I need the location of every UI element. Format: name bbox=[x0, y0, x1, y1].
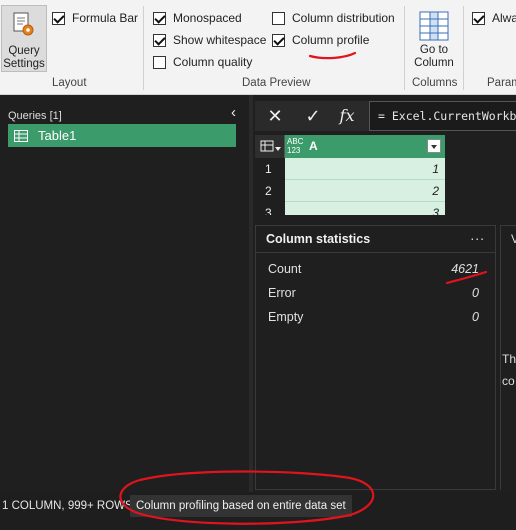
monospaced-label: Monospaced bbox=[173, 11, 242, 25]
column-quality-option[interactable]: Column quality bbox=[153, 55, 252, 69]
always-option[interactable]: Alwa bbox=[472, 11, 516, 25]
always-checkbox[interactable] bbox=[472, 11, 485, 25]
go-to-column-icon bbox=[419, 11, 449, 41]
side-panel-text: co bbox=[502, 374, 515, 388]
column-profiling-scope-toggle[interactable]: Column profiling based on entire data se… bbox=[130, 495, 352, 517]
always-label: Alwa bbox=[492, 11, 516, 25]
columns-group-label: Columns bbox=[412, 77, 458, 89]
stat-label: Count bbox=[268, 262, 302, 276]
column-filter-dropdown-icon[interactable] bbox=[427, 139, 441, 153]
table-cell[interactable]: 2 bbox=[285, 180, 445, 202]
query-settings-icon bbox=[13, 12, 34, 36]
side-panel-title: V bbox=[511, 232, 516, 246]
ribbon: Query Settings Formula Bar Layout Monosp… bbox=[0, 0, 516, 95]
stat-value: 0 bbox=[472, 310, 479, 324]
monospaced-checkbox[interactable] bbox=[153, 11, 166, 25]
column-distribution-option[interactable]: Column distribution bbox=[272, 11, 395, 25]
column-profile-option[interactable]: Column profile bbox=[272, 33, 369, 47]
more-options-icon[interactable]: ... bbox=[470, 227, 485, 243]
query-settings-button[interactable]: Query Settings bbox=[1, 5, 47, 72]
column-distribution-checkbox[interactable] bbox=[272, 11, 285, 25]
row-column-count: 1 COLUMN, 999+ ROWS bbox=[2, 500, 133, 512]
column-quality-label: Column quality bbox=[173, 55, 253, 69]
query-item-table1[interactable]: Table1 bbox=[8, 124, 236, 147]
column-statistics-panel: Column statistics ... Count 4621 Error 0… bbox=[255, 225, 496, 490]
layout-group-label: Layout bbox=[52, 77, 87, 89]
cancel-icon[interactable]: ✕ bbox=[263, 104, 287, 128]
stat-label: Error bbox=[268, 286, 296, 300]
stat-value: 0 bbox=[472, 286, 479, 300]
monospaced-option[interactable]: Monospaced bbox=[153, 11, 242, 25]
formula-bar: ✕ ✓ fx = Excel.CurrentWorkbo bbox=[255, 101, 516, 131]
formula-bar-label: Formula Bar bbox=[72, 11, 139, 25]
table-cell[interactable]: 1 bbox=[285, 158, 445, 180]
column-name: A bbox=[309, 139, 318, 153]
show-whitespace-checkbox[interactable] bbox=[153, 33, 166, 47]
query-settings-label: Query Settings bbox=[3, 45, 45, 70]
type-any-icon[interactable]: ABC 123 bbox=[287, 137, 303, 155]
formula-bar-checkbox[interactable] bbox=[52, 11, 65, 25]
formula-input[interactable]: = Excel.CurrentWorkbo bbox=[369, 101, 516, 131]
row-number: 1 bbox=[255, 158, 285, 180]
show-whitespace-option[interactable]: Show whitespace bbox=[153, 33, 266, 47]
column-profile-checkbox[interactable] bbox=[272, 33, 285, 47]
commit-check-icon[interactable]: ✓ bbox=[301, 104, 325, 128]
column-header-a[interactable]: ABC 123 A bbox=[285, 135, 445, 158]
parameters-group-label: Param bbox=[487, 77, 516, 89]
table-icon bbox=[14, 129, 28, 142]
formula-bar-option[interactable]: Formula Bar bbox=[52, 11, 138, 25]
ribbon-divider bbox=[463, 6, 464, 90]
go-to-column-label: Go to Column bbox=[414, 44, 454, 69]
go-to-column-button[interactable]: Go to Column bbox=[410, 8, 458, 72]
stats-title: Column statistics bbox=[266, 232, 371, 246]
data-grid: ABC 123 A 1 1 2 2 3 3 bbox=[255, 135, 445, 215]
row-number: 2 bbox=[255, 180, 285, 202]
stats-divider bbox=[256, 252, 495, 253]
column-quality-checkbox[interactable] bbox=[153, 55, 166, 69]
pane-divider[interactable] bbox=[249, 95, 253, 492]
fx-icon[interactable]: fx bbox=[335, 104, 359, 128]
show-whitespace-label: Show whitespace bbox=[173, 33, 267, 47]
status-bar: 1 COLUMN, 999+ ROWS Column profiling bas… bbox=[0, 492, 516, 530]
value-distribution-panel: V Th co bbox=[500, 225, 516, 490]
queries-header: Queries [1] bbox=[8, 110, 62, 122]
column-distribution-label: Column distribution bbox=[292, 11, 395, 25]
query-item-label: Table1 bbox=[38, 128, 77, 143]
ribbon-divider bbox=[404, 6, 405, 90]
table-menu-button[interactable] bbox=[255, 135, 285, 158]
stat-label: Empty bbox=[268, 310, 304, 324]
table-cell[interactable]: 3 bbox=[285, 202, 445, 215]
row-number: 3 bbox=[255, 202, 285, 215]
ribbon-divider bbox=[143, 6, 144, 90]
side-panel-text: Th bbox=[502, 352, 516, 366]
main-area: Queries [1] ‹ Table1 ✕ ✓ fx = Excel.Curr… bbox=[0, 95, 516, 492]
data-preview-group-label: Data Preview bbox=[242, 77, 311, 89]
column-profile-label: Column profile bbox=[292, 33, 370, 47]
collapse-chevron-icon[interactable]: ‹ bbox=[231, 105, 243, 120]
table-menu-icon bbox=[260, 140, 281, 152]
stat-value: 4621 bbox=[451, 262, 479, 276]
